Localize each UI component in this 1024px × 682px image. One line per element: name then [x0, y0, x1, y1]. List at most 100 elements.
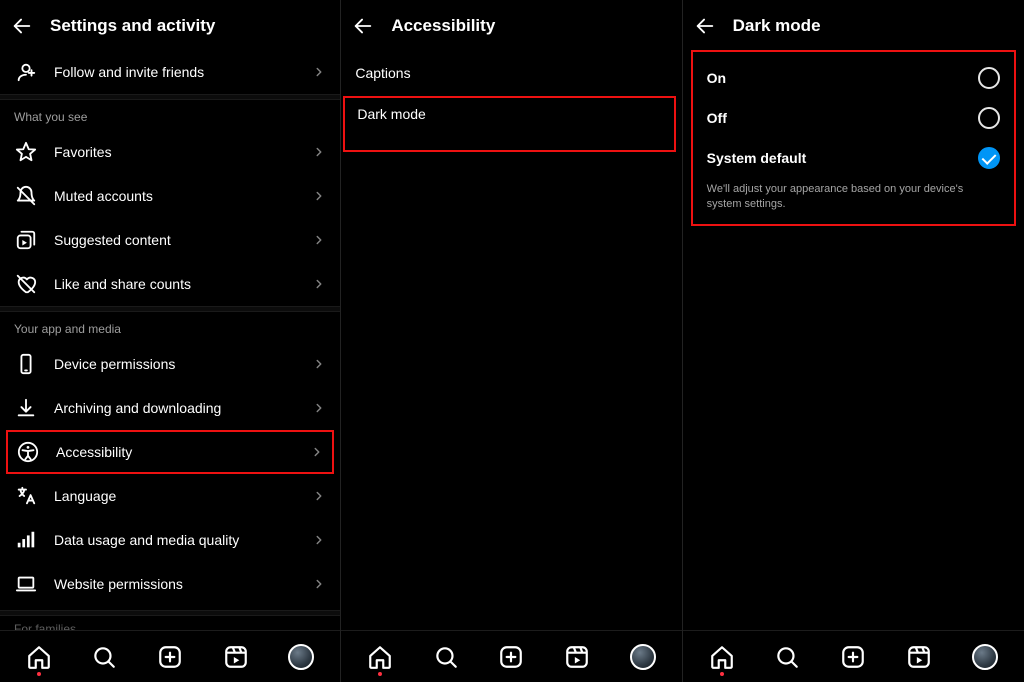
- plus-square-icon: [840, 644, 866, 670]
- add-user-icon: [14, 60, 38, 84]
- row-likeshare[interactable]: Like and share counts: [0, 262, 340, 306]
- bottom-nav: [341, 630, 681, 682]
- bell-off-icon: [14, 184, 38, 208]
- notification-dot-icon: [37, 672, 41, 676]
- nav-profile[interactable]: [284, 640, 318, 674]
- page-title: Dark mode: [733, 16, 821, 36]
- home-icon: [367, 644, 393, 670]
- row-language[interactable]: Language: [0, 474, 340, 518]
- radio-on[interactable]: On: [693, 58, 1014, 98]
- radio-label: On: [707, 70, 726, 86]
- nav-profile[interactable]: [626, 640, 660, 674]
- row-data-usage[interactable]: Data usage and media quality: [0, 518, 340, 562]
- nav-search[interactable]: [429, 640, 463, 674]
- search-icon: [91, 644, 117, 670]
- header: Dark mode: [683, 0, 1024, 50]
- row-captions[interactable]: Captions: [341, 50, 681, 96]
- page-title: Settings and activity: [50, 16, 215, 36]
- nav-profile[interactable]: [968, 640, 1002, 674]
- bottom-nav: [0, 630, 340, 682]
- chevron-right-icon: [312, 189, 326, 203]
- darkmode-scroll: On Off System default We'll adjust your …: [683, 50, 1024, 630]
- heart-off-icon: [14, 272, 38, 296]
- accessibility-scroll: Captions Dark mode: [341, 50, 681, 630]
- nav-create[interactable]: [836, 640, 870, 674]
- nav-search[interactable]: [87, 640, 121, 674]
- reels-icon: [564, 644, 590, 670]
- home-icon: [709, 644, 735, 670]
- row-label: Like and share counts: [54, 276, 296, 292]
- accessibility-icon: [16, 440, 40, 464]
- bottom-nav: [683, 630, 1024, 682]
- nav-create[interactable]: [494, 640, 528, 674]
- signal-bars-icon: [14, 528, 38, 552]
- row-label: Follow and invite friends: [54, 64, 296, 80]
- header: Accessibility: [341, 0, 681, 50]
- row-label: Dark mode: [357, 98, 659, 122]
- chevron-right-icon: [312, 401, 326, 415]
- nav-home[interactable]: [22, 640, 56, 674]
- row-label: Muted accounts: [54, 188, 296, 204]
- back-button[interactable]: [693, 14, 717, 38]
- radio-checked-icon: [978, 147, 1000, 169]
- back-button[interactable]: [351, 14, 375, 38]
- nav-reels[interactable]: [219, 640, 253, 674]
- home-icon: [26, 644, 52, 670]
- phone-icon: [14, 352, 38, 376]
- row-muted[interactable]: Muted accounts: [0, 174, 340, 218]
- laptop-icon: [14, 572, 38, 596]
- play-collection-icon: [14, 228, 38, 252]
- notification-dot-icon: [720, 672, 724, 676]
- avatar-icon: [630, 644, 656, 670]
- row-label: Captions: [355, 65, 667, 81]
- chevron-right-icon: [312, 489, 326, 503]
- pane-dark-mode: Dark mode On Off System default We'll ad…: [683, 0, 1024, 682]
- row-website-permissions[interactable]: Website permissions: [0, 562, 340, 606]
- nav-search[interactable]: [770, 640, 804, 674]
- chevron-right-icon: [312, 65, 326, 79]
- radio-icon: [978, 67, 1000, 89]
- row-label: Website permissions: [54, 576, 296, 592]
- nav-home[interactable]: [363, 640, 397, 674]
- star-icon: [14, 140, 38, 164]
- arrow-left-icon: [11, 15, 33, 37]
- pane-accessibility: Accessibility Captions Dark mode: [341, 0, 682, 682]
- row-dark-mode[interactable]: Dark mode: [343, 96, 675, 152]
- back-button[interactable]: [10, 14, 34, 38]
- radio-icon: [978, 107, 1000, 129]
- search-icon: [774, 644, 800, 670]
- chevron-right-icon: [312, 533, 326, 547]
- plus-square-icon: [157, 644, 183, 670]
- nav-create[interactable]: [153, 640, 187, 674]
- nav-reels[interactable]: [902, 640, 936, 674]
- chevron-right-icon: [310, 445, 324, 459]
- row-device-permissions[interactable]: Device permissions: [0, 342, 340, 386]
- row-suggested[interactable]: Suggested content: [0, 218, 340, 262]
- row-label: Device permissions: [54, 356, 296, 372]
- radio-off[interactable]: Off: [693, 98, 1014, 138]
- row-label: Accessibility: [56, 444, 294, 460]
- radio-system-default[interactable]: System default: [693, 138, 1014, 178]
- nav-home[interactable]: [705, 640, 739, 674]
- row-favorites[interactable]: Favorites: [0, 130, 340, 174]
- row-accessibility[interactable]: Accessibility: [6, 430, 334, 474]
- row-label: Language: [54, 488, 296, 504]
- row-label: Data usage and media quality: [54, 532, 296, 548]
- section-app-media: Your app and media: [0, 312, 340, 342]
- arrow-left-icon: [694, 15, 716, 37]
- radio-label: Off: [707, 110, 727, 126]
- row-archiving[interactable]: Archiving and downloading: [0, 386, 340, 430]
- notification-dot-icon: [378, 672, 382, 676]
- nav-reels[interactable]: [560, 640, 594, 674]
- chevron-right-icon: [312, 233, 326, 247]
- chevron-right-icon: [312, 577, 326, 591]
- chevron-right-icon: [312, 277, 326, 291]
- arrow-left-icon: [352, 15, 374, 37]
- translate-icon: [14, 484, 38, 508]
- avatar-icon: [288, 644, 314, 670]
- section-for-families: For families: [0, 616, 340, 630]
- row-label: Suggested content: [54, 232, 296, 248]
- row-follow-invite[interactable]: Follow and invite friends: [0, 50, 340, 94]
- plus-square-icon: [498, 644, 524, 670]
- chevron-right-icon: [312, 145, 326, 159]
